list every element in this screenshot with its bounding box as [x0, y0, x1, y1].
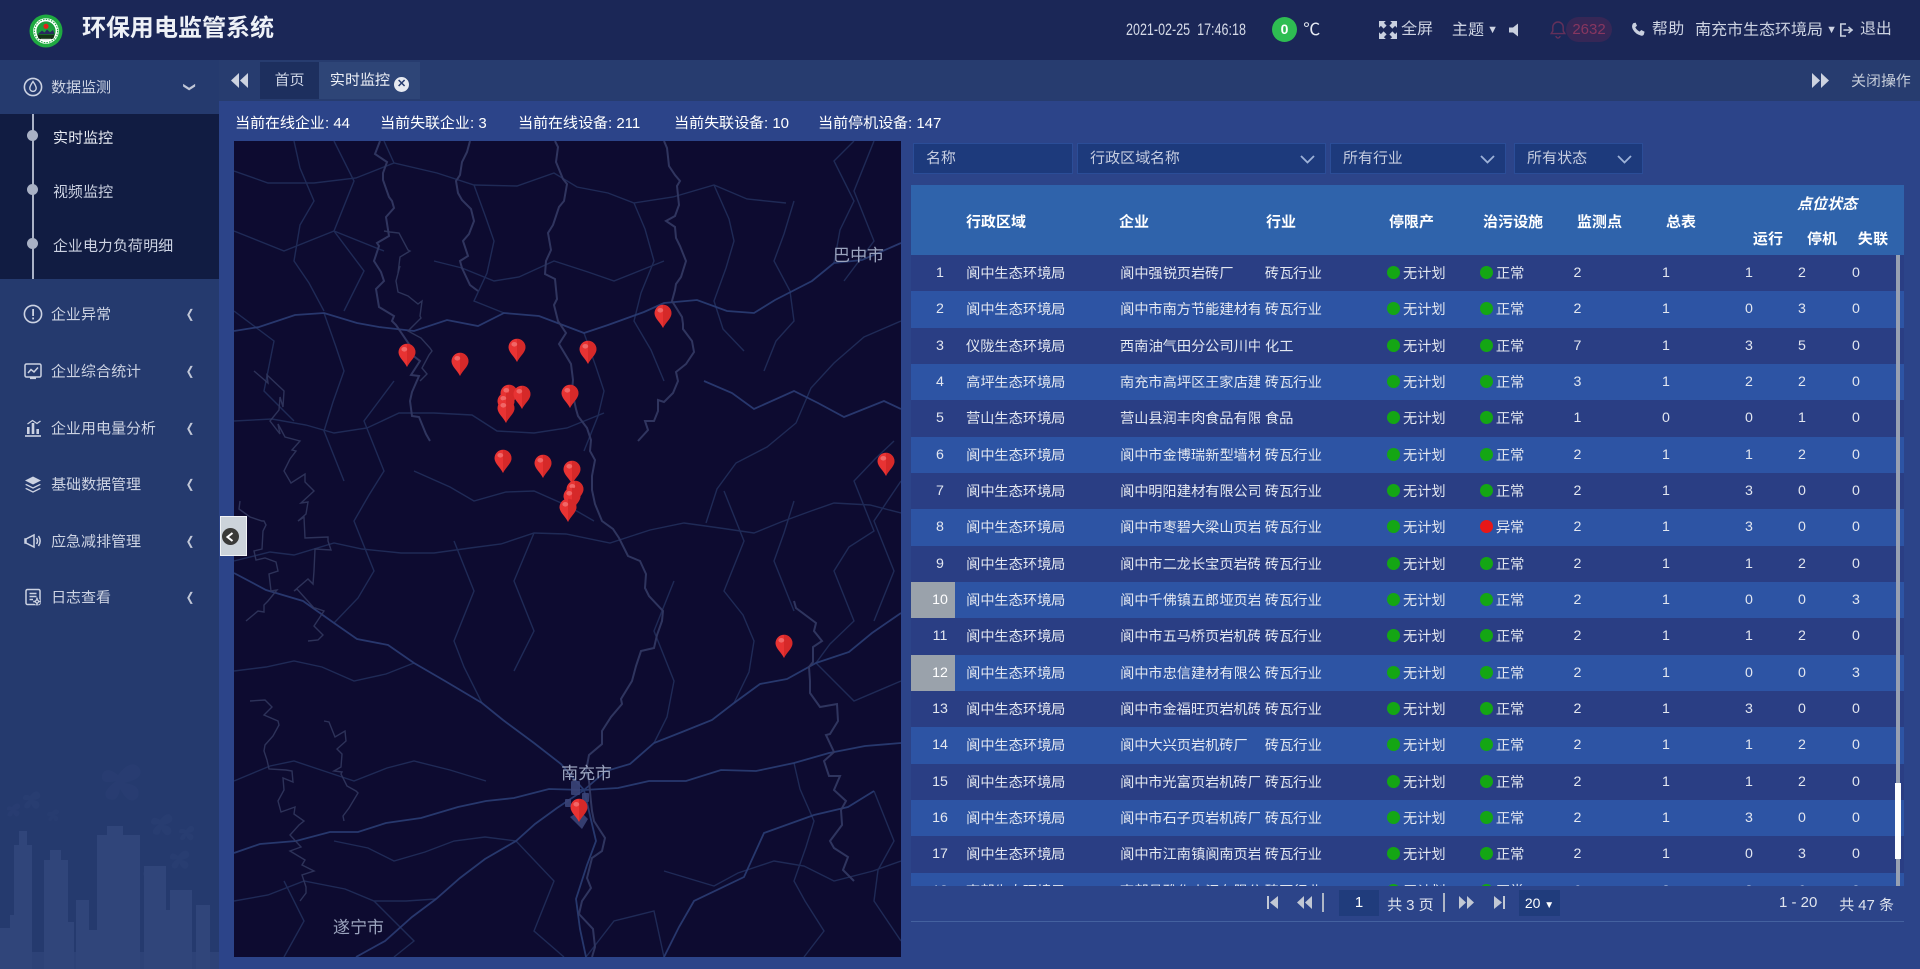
svg-text:南充市: 南充市 [561, 759, 612, 784]
svg-text:巴中市: 巴中市 [833, 241, 884, 266]
svg-text:遂宁市: 遂宁市 [333, 913, 384, 938]
